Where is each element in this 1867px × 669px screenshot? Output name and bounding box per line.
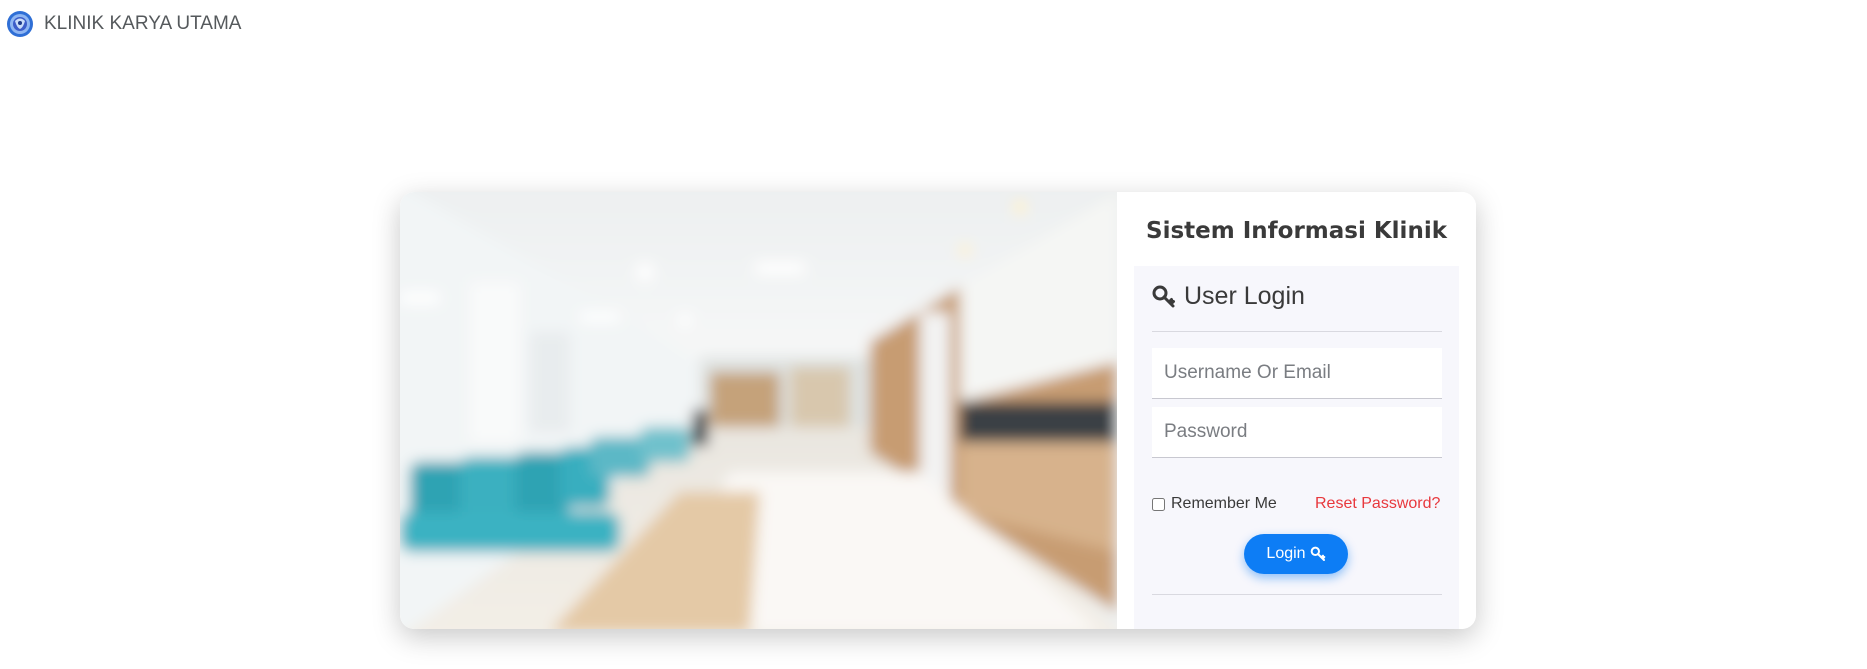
system-title: Sistem Informasi Klinik [1146,218,1447,244]
login-heading-text: User Login [1184,282,1305,310]
key-icon [1310,546,1325,561]
login-button-label: Login [1266,545,1306,562]
login-card: Sistem Informasi Klinik User Login Remem… [400,192,1476,629]
clinic-logo-icon [7,11,33,37]
username-input[interactable] [1152,348,1442,399]
remember-me-label: Remember Me [1171,495,1277,512]
heading-divider [1152,331,1442,332]
login-panel: Sistem Informasi Klinik User Login Remem… [1117,192,1476,629]
reset-password-link[interactable]: Reset Password? [1315,495,1440,513]
remember-me-checkbox[interactable] [1152,497,1165,511]
password-input[interactable] [1152,407,1442,458]
remember-me[interactable]: Remember Me [1152,495,1277,513]
key-icon [1152,285,1175,307]
clinic-hallway-photo [400,192,1117,629]
login-button[interactable]: Login [1244,534,1348,574]
brand[interactable]: KLINIK KARYA UTAMA [6,10,241,38]
footer-divider [1152,594,1442,595]
brand-name: KLINIK KARYA UTAMA [44,13,242,34]
login-form: User Login Remember Me Reset Password? L… [1134,266,1459,629]
login-heading: User Login [1152,282,1305,311]
